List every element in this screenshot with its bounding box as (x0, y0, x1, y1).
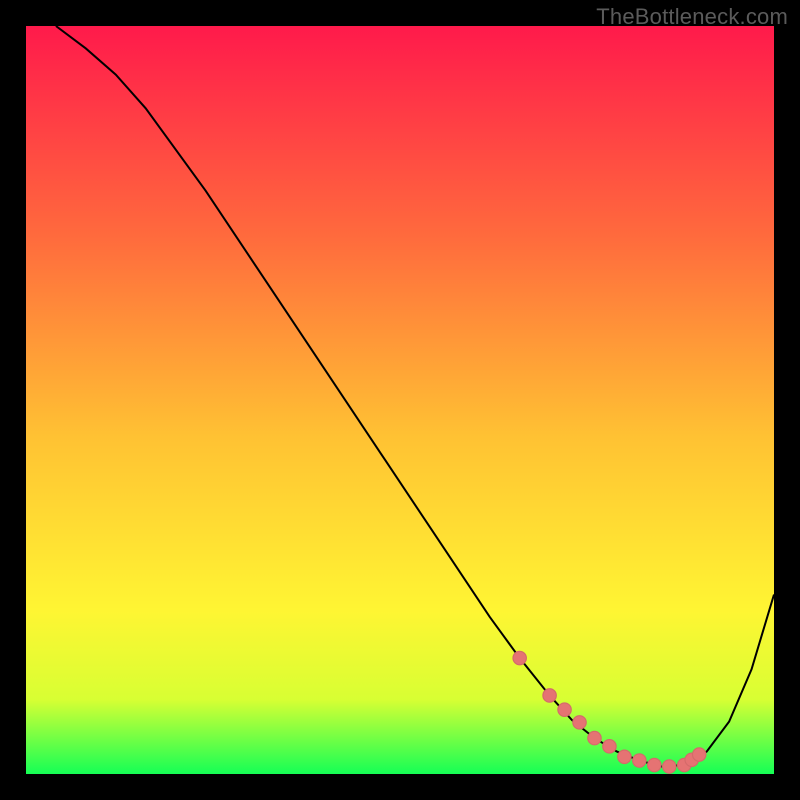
plot-area (26, 26, 774, 774)
marker-point (573, 716, 586, 729)
marker-point (692, 748, 705, 761)
marker-point (618, 750, 631, 763)
gradient-background (26, 26, 774, 774)
chart-container: TheBottleneck.com (0, 0, 800, 800)
marker-point (588, 731, 601, 744)
marker-point (543, 689, 556, 702)
marker-point (663, 760, 676, 773)
marker-point (558, 703, 571, 716)
chart-svg (26, 26, 774, 774)
marker-point (603, 740, 616, 753)
marker-point (513, 651, 526, 664)
watermark-label: TheBottleneck.com (596, 4, 788, 30)
marker-point (633, 754, 646, 767)
marker-point (648, 758, 661, 771)
